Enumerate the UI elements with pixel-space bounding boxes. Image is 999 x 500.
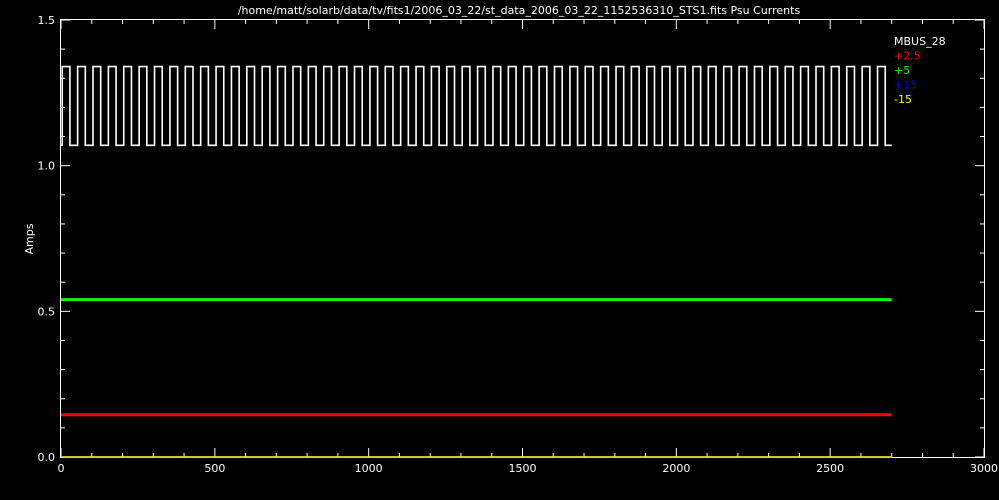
x-tick-label: 2500 (816, 462, 844, 475)
x-tick-label: 0 (58, 462, 65, 475)
y-axis-label: Amps (23, 223, 36, 254)
x-tick-label: 2000 (662, 462, 690, 475)
legend-entry: -15 (894, 93, 912, 106)
x-tick-label: 500 (204, 462, 225, 475)
legend-entry: +15 (894, 79, 917, 92)
psu-currents-chart: /home/matt/solarb/data/tv/fits1/2006_03_… (23, 4, 998, 475)
x-tick-label: 1000 (355, 462, 383, 475)
y-tick-label: 1.0 (38, 160, 56, 173)
legend: MBUS_28 +2.5+5 +15-15 (894, 35, 946, 106)
plot-frame (60, 19, 985, 458)
chart-title: /home/matt/solarb/data/tv/fits1/2006_03_… (238, 4, 801, 17)
legend-entry: +5 (894, 64, 910, 77)
series-line-mbus-28 (61, 65, 892, 147)
x-tick-label: 1500 (509, 462, 537, 475)
y-tick-label: 1.5 (38, 14, 56, 27)
series-layer (61, 65, 892, 458)
legend-entry: MBUS_28 (894, 35, 946, 48)
y-tick-label: 0.5 (38, 305, 56, 318)
x-tick-label: 3000 (970, 462, 998, 475)
legend-entry: +2.5 (894, 50, 921, 63)
y-tick-label: 0.0 (38, 451, 56, 464)
